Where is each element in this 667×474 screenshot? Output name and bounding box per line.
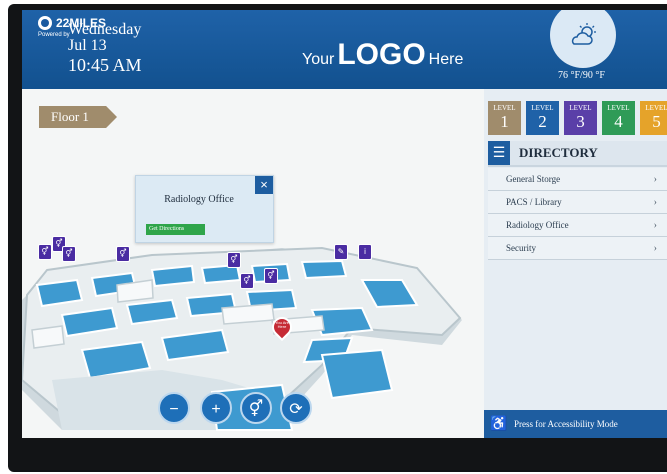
directory-item-security[interactable]: Security › (488, 237, 667, 260)
directory-panel: LEVEL 1 LEVEL 2 LEVEL 3 LEVEL 4 LEVEL 5 … (484, 89, 667, 438)
logo-main: LOGO (337, 38, 426, 71)
restroom-icon[interactable]: ⚥ (227, 252, 241, 268)
logo-placeholder: Your LOGO Here (302, 38, 463, 72)
menu-icon[interactable]: ☰ (488, 141, 510, 165)
logo-prefix: Your (302, 51, 335, 68)
level-label: LEVEL (531, 104, 554, 112)
accessibility-label: Press for Accessibility Mode (514, 419, 618, 429)
map-lower-room-2 (320, 348, 394, 400)
restroom-icon[interactable]: ⚥ (38, 244, 52, 260)
reset-icon[interactable]: ⟳ (280, 392, 312, 424)
zoom-out-icon[interactable]: − (158, 392, 190, 424)
zoom-in-icon[interactable]: + (200, 392, 232, 424)
level-label: LEVEL (493, 104, 516, 112)
directory-item-label: Security (506, 243, 536, 253)
level-label: LEVEL (645, 104, 667, 112)
get-directions-button[interactable]: Get Directions (146, 224, 205, 235)
time: 10:45 AM (68, 55, 142, 75)
pencil-icon[interactable]: ✎ (334, 244, 348, 260)
level-3-button[interactable]: LEVEL 3 (564, 101, 597, 135)
chevron-right-icon: › (653, 219, 657, 231)
restroom-icon[interactable]: ⚥ (240, 273, 254, 289)
directory-title: DIRECTORY (519, 145, 598, 160)
kiosk-screen: 22MILES Powered by Wednesday Jul 13 10:4… (22, 10, 667, 438)
you-are-here-label: You Are Here (275, 320, 289, 329)
directory-item-label: Radiology Office (506, 220, 569, 230)
info-icon[interactable]: i (358, 244, 372, 260)
date: Jul 13 (68, 37, 107, 54)
accessibility-button[interactable]: ♿ Press for Accessibility Mode (484, 410, 667, 438)
directory-header: ☰ DIRECTORY (488, 141, 667, 167)
directory-item-label: General Storge (506, 174, 561, 184)
level-selector: LEVEL 1 LEVEL 2 LEVEL 3 LEVEL 4 LEVEL 5 (488, 101, 667, 135)
level-2-button[interactable]: LEVEL 2 (526, 101, 559, 135)
level-number: 1 (500, 112, 509, 131)
location-popup: Radiology Office × Get Directions (135, 175, 274, 243)
level-number: 5 (652, 112, 661, 131)
logo-suffix: Here (428, 51, 464, 68)
directory-item-general-storge[interactable]: General Storge › (488, 168, 667, 191)
level-5-button[interactable]: LEVEL 5 (640, 101, 667, 135)
level-number: 4 (614, 112, 623, 131)
level-label: LEVEL (607, 104, 630, 112)
level-number: 3 (576, 112, 585, 131)
restroom-icon[interactable]: ⚥ (116, 246, 130, 262)
popup-title: Radiology Office (164, 194, 234, 205)
partly-cloudy-icon (571, 23, 596, 45)
weekday: Wednesday (68, 21, 142, 38)
chevron-right-icon: › (653, 173, 657, 185)
level-4-button[interactable]: LEVEL 4 (602, 101, 635, 135)
chevron-right-icon: › (653, 196, 657, 208)
directory-list: General Storge › PACS / Library › Radiol… (488, 168, 667, 260)
close-icon[interactable]: × (255, 176, 273, 194)
directory-item-radiology-office[interactable]: Radiology Office › (488, 214, 667, 237)
datetime: Wednesday Jul 13 10:45 AM (68, 22, 142, 76)
directory-item-label: PACS / Library (506, 197, 562, 207)
header-bar: 22MILES Powered by Wednesday Jul 13 10:4… (22, 10, 667, 89)
level-number: 2 (538, 112, 547, 131)
wheelchair-icon: ♿ (490, 416, 508, 432)
brand-logo-icon (38, 16, 52, 30)
level-1-button[interactable]: LEVEL 1 (488, 101, 521, 135)
restroom-icon[interactable]: ⚥ (62, 246, 76, 262)
directory-item-pacs-library[interactable]: PACS / Library › (488, 191, 667, 214)
temperature: 76 °F/90 °F (558, 70, 605, 81)
weather-widget (550, 10, 616, 68)
brand-subtitle: Powered by (38, 32, 70, 38)
floor-label: Floor 1 (39, 106, 117, 128)
restroom-filter-icon[interactable]: ⚥ (240, 392, 272, 424)
restroom-icon[interactable]: ⚥ (264, 268, 278, 284)
level-label: LEVEL (569, 104, 592, 112)
chevron-right-icon: › (653, 242, 657, 254)
